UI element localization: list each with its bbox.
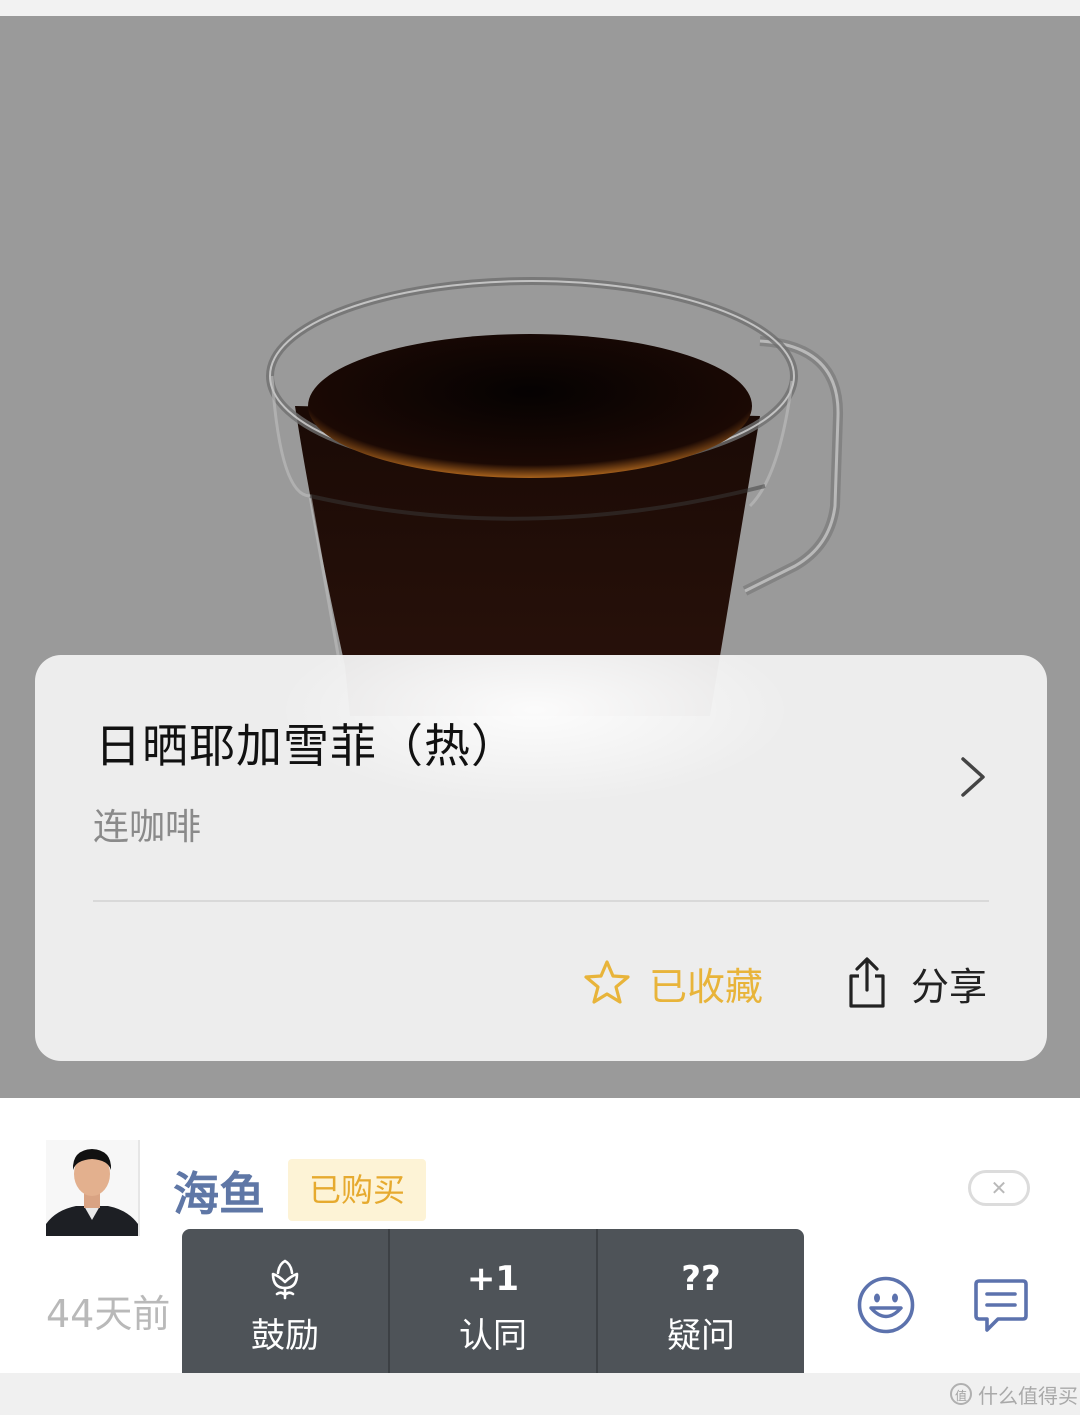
product-title: 日晒耶加雪菲（热） bbox=[95, 719, 518, 773]
username[interactable]: 海鱼 bbox=[173, 1158, 265, 1224]
purchased-badge: 已购买 bbox=[288, 1159, 426, 1221]
flower-icon bbox=[265, 1254, 305, 1304]
share-button[interactable]: 分享 bbox=[845, 953, 987, 1013]
close-button[interactable]: ✕ bbox=[968, 1170, 1030, 1206]
encourage-label: 鼓励 bbox=[251, 1315, 319, 1356]
watermark-text: 什么值得买 bbox=[978, 1383, 1078, 1408]
favorite-label: 已收藏 bbox=[649, 964, 764, 1009]
favorite-button[interactable]: 已收藏 bbox=[583, 953, 763, 1013]
agree-label: 认同 bbox=[459, 1315, 527, 1356]
bottom-bar bbox=[0, 1373, 1080, 1415]
card-divider bbox=[93, 900, 989, 902]
share-label: 分享 bbox=[911, 964, 988, 1009]
watermark: 值 什么值得买 bbox=[950, 1380, 1078, 1408]
star-icon bbox=[584, 960, 630, 1004]
product-card[interactable]: 日晒耶加雪菲（热） 连咖啡 已收藏 分享 bbox=[35, 655, 1047, 1061]
plus-one-icon: +1 bbox=[466, 1258, 520, 1299]
avatar[interactable] bbox=[46, 1140, 140, 1236]
question-button[interactable]: ?? 疑问 bbox=[598, 1229, 804, 1381]
question-label: 疑问 bbox=[667, 1315, 735, 1356]
encourage-button[interactable]: 鼓励 bbox=[182, 1229, 390, 1381]
emoji-icon[interactable] bbox=[856, 1275, 916, 1335]
close-icon: ✕ bbox=[990, 1176, 1008, 1200]
chevron-right-icon[interactable] bbox=[953, 755, 993, 799]
share-icon bbox=[849, 957, 885, 1008]
question-icon: ?? bbox=[681, 1258, 721, 1299]
watermark-logo: 值 bbox=[950, 1383, 972, 1405]
reaction-popup: 鼓励 +1 认同 ?? 疑问 bbox=[182, 1229, 804, 1381]
comment-time: 44天前 bbox=[46, 1292, 171, 1336]
top-strip bbox=[0, 0, 1080, 16]
product-brand: 连咖啡 bbox=[93, 807, 202, 848]
comment-icon[interactable] bbox=[972, 1278, 1030, 1334]
user-avatar-image bbox=[46, 1140, 138, 1236]
agree-button[interactable]: +1 认同 bbox=[390, 1229, 598, 1381]
